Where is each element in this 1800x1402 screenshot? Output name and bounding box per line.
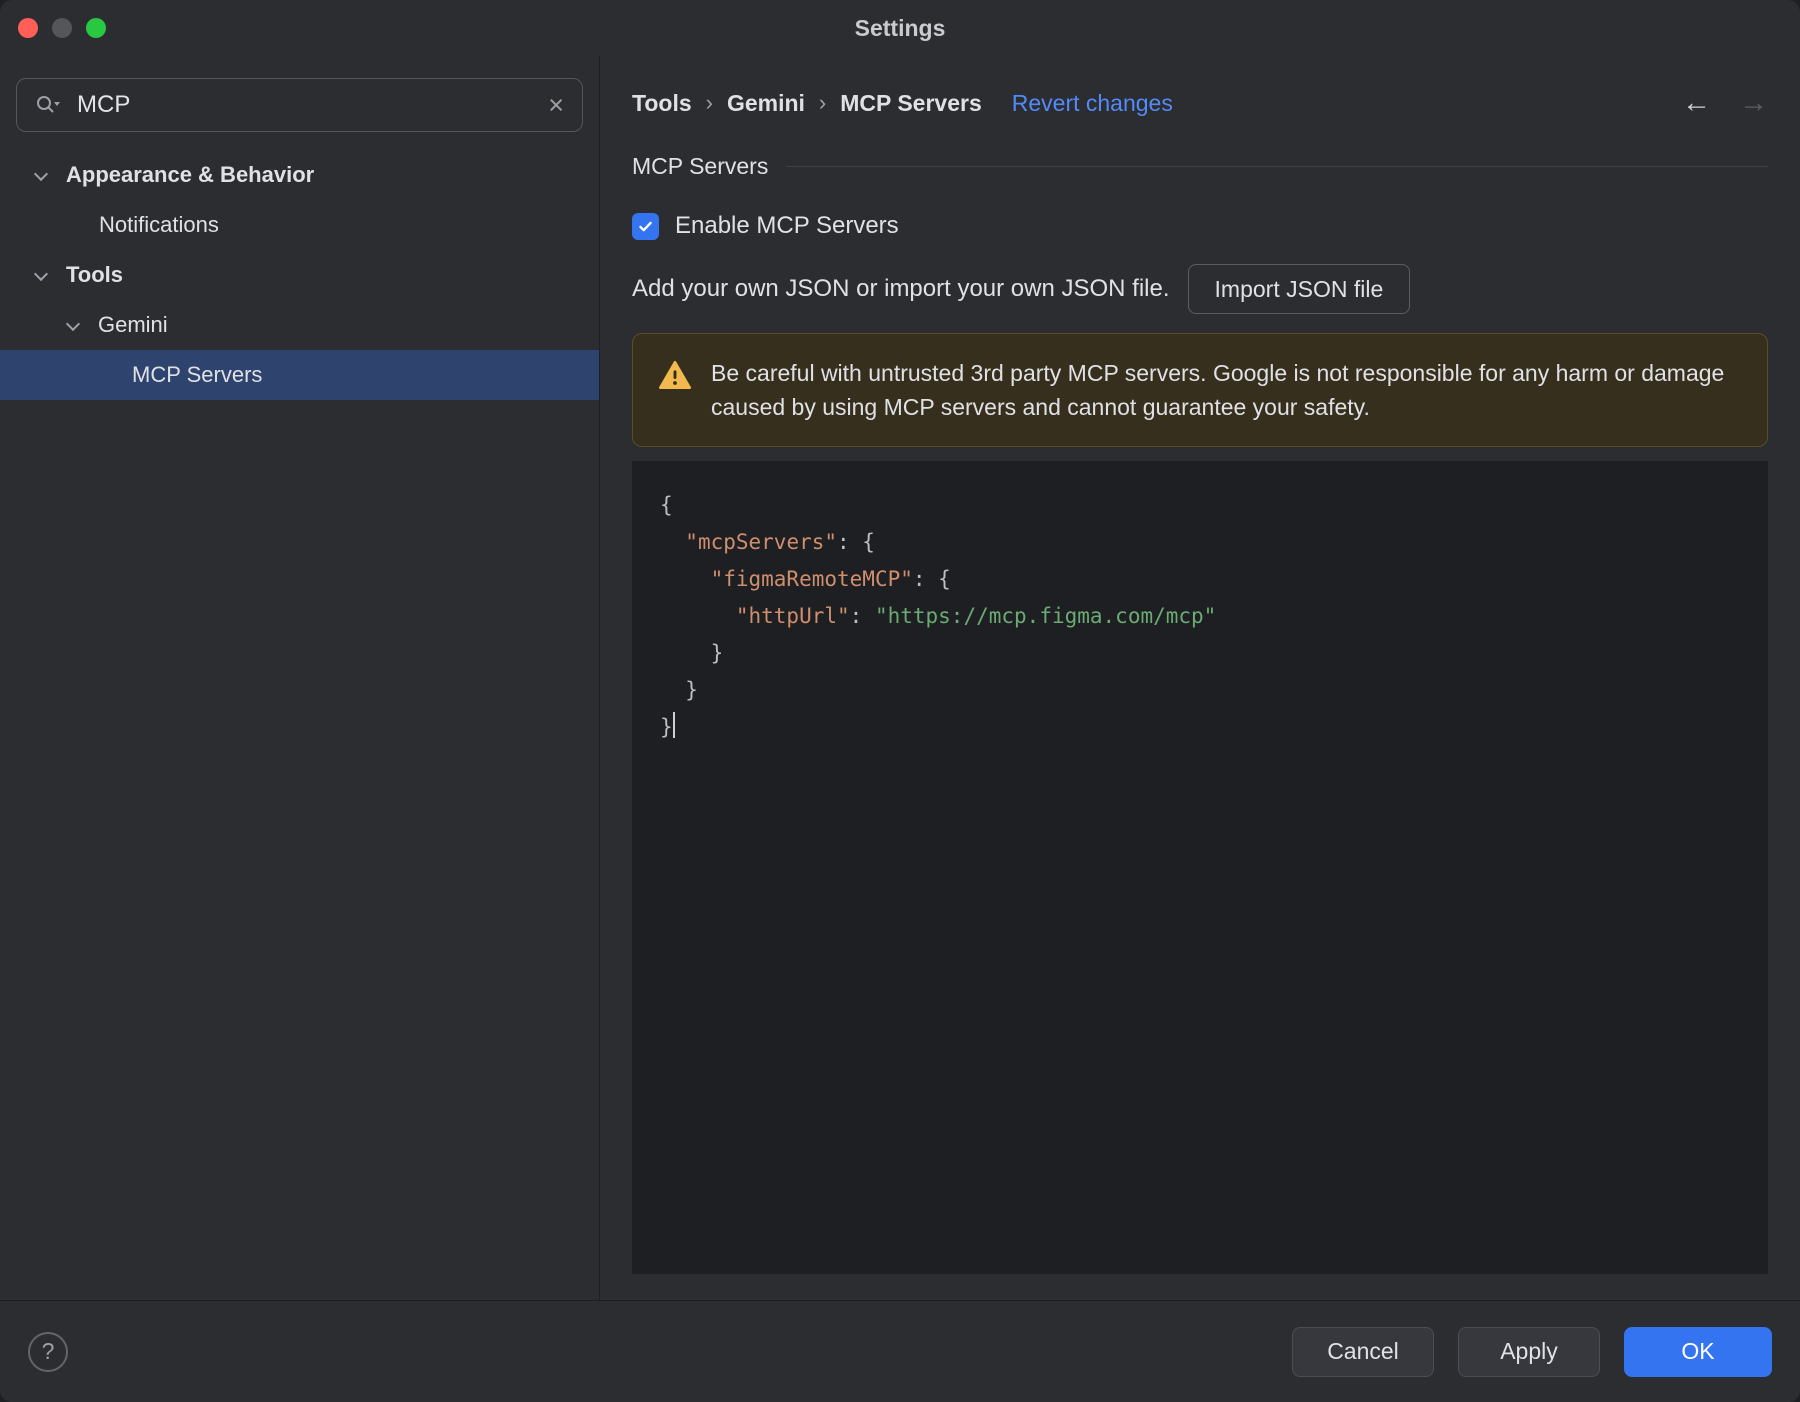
breadcrumb-item-mcp-servers: MCP Servers — [840, 89, 982, 116]
back-icon[interactable]: ← — [1682, 88, 1711, 118]
warning-icon — [659, 360, 691, 390]
settings-window: Settings × Appearance & Behavio — [0, 0, 1800, 1402]
forward-icon: → — [1739, 86, 1768, 119]
traffic-lights — [18, 0, 106, 56]
sidebar-item-appearance-behavior[interactable]: Appearance & Behavior — [0, 150, 599, 200]
close-window-button[interactable] — [18, 18, 38, 38]
sidebar-item-gemini[interactable]: Gemini — [0, 300, 599, 350]
sidebar-item-notifications[interactable]: Notifications — [0, 200, 599, 250]
titlebar: Settings — [0, 0, 1800, 56]
enable-mcp-row: Enable MCP Servers — [632, 204, 1768, 248]
code-line: "figmaRemoteMCP": { — [710, 567, 951, 591]
search-input[interactable] — [75, 90, 535, 120]
chevron-down-icon[interactable] — [34, 268, 48, 282]
sidebar-item-label: Tools — [66, 262, 124, 287]
clear-search-icon[interactable]: × — [548, 91, 564, 119]
enable-mcp-checkbox[interactable] — [632, 212, 659, 240]
sidebar-item-label: Gemini — [98, 312, 168, 337]
section-divider — [786, 165, 1768, 167]
apply-button[interactable]: Apply — [1458, 1326, 1600, 1377]
enable-mcp-label[interactable]: Enable MCP Servers — [675, 212, 899, 240]
import-json-button[interactable]: Import JSON file — [1187, 264, 1411, 314]
question-mark-icon: ? — [41, 1338, 55, 1364]
breadcrumb: Tools › Gemini › MCP Servers Revert chan… — [632, 82, 1768, 124]
warning-banner: Be careful with untrusted 3rd party MCP … — [632, 333, 1768, 447]
sidebar-item-label: Notifications — [99, 212, 219, 237]
breadcrumb-separator: › — [705, 90, 713, 115]
add-json-text: Add your own JSON or import your own JSO… — [632, 275, 1170, 302]
chevron-down-icon[interactable] — [66, 318, 80, 332]
code-line: { — [660, 493, 673, 517]
window-title: Settings — [854, 14, 946, 41]
main-panel: Tools › Gemini › MCP Servers Revert chan… — [600, 56, 1800, 1300]
json-editor[interactable]: { "mcpServers": { "figmaRemoteMCP": { "h… — [632, 461, 1768, 1274]
cancel-button[interactable]: Cancel — [1292, 1326, 1434, 1377]
history-nav: ← → — [1682, 86, 1768, 119]
footer-buttons: Cancel Apply OK — [1292, 1326, 1772, 1377]
code-line: } — [660, 678, 698, 702]
search-icon — [35, 94, 61, 116]
breadcrumb-item-gemini[interactable]: Gemini — [727, 90, 805, 117]
sidebar-item-tools[interactable]: Tools — [0, 250, 599, 300]
footer-bar: ? Cancel Apply OK — [0, 1300, 1800, 1402]
add-json-row: Add your own JSON or import your own JSO… — [632, 264, 1768, 314]
zoom-window-button[interactable] — [86, 18, 106, 38]
content-area: × Appearance & Behavior Notifications To… — [0, 56, 1800, 1300]
text-cursor — [672, 712, 675, 738]
sidebar-item-label: MCP Servers — [132, 362, 263, 387]
json-editor-code: { "mcpServers": { "figmaRemoteMCP": { "h… — [660, 487, 1748, 746]
settings-sidebar: × Appearance & Behavior Notifications To… — [0, 56, 600, 1300]
revert-changes-link[interactable]: Revert changes — [1012, 90, 1173, 117]
code-line: } — [660, 709, 1748, 746]
section-header: MCP Servers — [632, 146, 1768, 186]
code-line: "mcpServers": { — [685, 530, 875, 554]
checkmark-icon — [637, 218, 654, 235]
sidebar-item-label: Appearance & Behavior — [66, 162, 315, 187]
help-button[interactable]: ? — [28, 1331, 68, 1372]
chevron-down-icon[interactable] — [34, 168, 48, 182]
warning-text: Be careful with untrusted 3rd party MCP … — [711, 360, 1725, 420]
code-line: } — [660, 641, 724, 665]
page-title: MCP Servers — [632, 152, 769, 179]
minimize-window-button[interactable] — [52, 18, 72, 38]
settings-search-box[interactable]: × — [16, 78, 583, 132]
breadcrumb-item-tools[interactable]: Tools — [632, 90, 692, 117]
ok-button[interactable]: OK — [1624, 1326, 1772, 1377]
code-line: "httpUrl": "https://mcp.figma.com/mcp" — [735, 604, 1217, 628]
breadcrumb-separator: › — [818, 90, 827, 115]
sidebar-item-mcp-servers[interactable]: MCP Servers — [0, 350, 599, 400]
settings-tree: Appearance & Behavior Notifications Tool… — [0, 150, 599, 400]
